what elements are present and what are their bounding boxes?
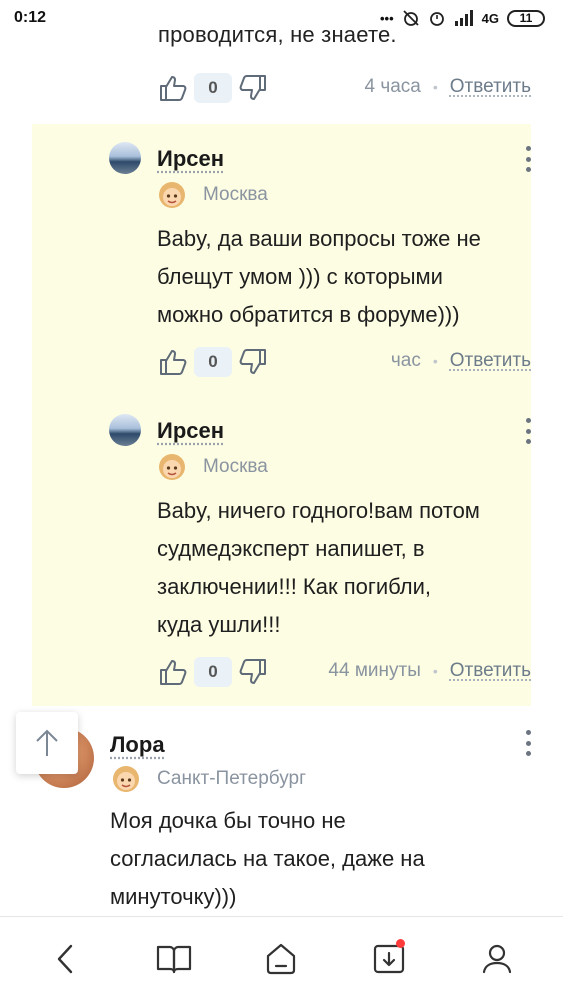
nav-back-button[interactable] — [38, 931, 94, 987]
vote-count: 0 — [194, 73, 232, 103]
comment-author[interactable]: Ирсен — [157, 418, 224, 444]
thumbs-up-icon — [160, 76, 187, 101]
dislike-button[interactable] — [238, 72, 268, 104]
thumbs-down-icon — [239, 75, 266, 100]
arrow-up-icon — [36, 729, 58, 756]
comment-meta: 44 минуты • Ответить — [328, 660, 531, 682]
vote-count: 0 — [194, 347, 232, 377]
comment-text: Baby, ничего годного!вам потом судмедэкс… — [157, 492, 480, 644]
alarm-icon — [429, 12, 444, 26]
signal-icon — [454, 10, 473, 26]
comment-line: Baby, ничего годного!вам потом — [157, 498, 480, 523]
user-badge-icon — [113, 766, 139, 792]
network-type: 4G — [481, 10, 499, 26]
comment-line: куда ушли!!! — [157, 612, 281, 637]
reply-link[interactable]: Ответить — [450, 76, 531, 98]
thumbs-up-icon — [160, 660, 187, 685]
dislike-button[interactable] — [238, 656, 268, 688]
comment-text: Моя дочка бы точно не согласилась на так… — [110, 802, 425, 916]
bottom-navigation — [0, 916, 563, 1000]
reply-link[interactable]: Ответить — [450, 660, 531, 682]
separator-dot: • — [432, 353, 438, 369]
nav-feed-button[interactable] — [146, 931, 202, 987]
comment-text: Baby, да ваши вопросы тоже не блещут умо… — [157, 220, 481, 334]
comment-actions: 0 — [158, 652, 268, 692]
avatar[interactable] — [109, 414, 141, 446]
comment-author[interactable]: Лора — [110, 732, 165, 758]
comment-meta: час • Ответить — [391, 350, 531, 372]
reply-comment: Ирсен Москва Baby, ничего годного!вам по… — [32, 396, 531, 706]
comment-line: можно обратится в форуме))) — [157, 302, 460, 327]
comment-city: Санкт-Петербург — [157, 768, 307, 789]
comment-city: Москва — [203, 184, 268, 205]
comment-time: 44 минуты — [328, 660, 421, 681]
avatar[interactable] — [109, 142, 141, 174]
like-button[interactable] — [158, 656, 188, 688]
book-icon — [156, 945, 191, 973]
nav-profile-button[interactable] — [469, 931, 525, 987]
status-time: 0:12 — [14, 9, 47, 26]
comment-actions: 0 — [158, 342, 268, 382]
comment-line: блещут умом ))) с которыми — [157, 264, 443, 289]
comment-line: согласилась на такое, даже на — [110, 846, 425, 871]
status-bar: 0:12 ••• 4G 11 — [0, 0, 563, 36]
like-button[interactable] — [158, 72, 188, 104]
more-icon: ••• — [380, 10, 394, 26]
separator-dot: • — [432, 79, 438, 95]
separator-dot: • — [432, 663, 438, 679]
thumbs-up-icon — [160, 350, 187, 375]
vote-count: 0 — [194, 657, 232, 687]
battery-level: 11 — [519, 11, 533, 25]
comment-line: заключении!!! Как погибли, — [157, 574, 432, 599]
dislike-button[interactable] — [238, 346, 268, 378]
comments-feed[interactable]: проводится, не знаете. 0 4 часа • Ответи… — [0, 0, 563, 916]
comment-line: судмедэксперт напишет, в — [157, 536, 425, 561]
back-icon — [57, 944, 73, 973]
comment-time: час — [390, 350, 421, 371]
comment-line: минуточку))) — [110, 884, 237, 909]
comment-actions: 0 — [158, 68, 268, 108]
nav-home-button[interactable] — [253, 931, 309, 987]
battery-icon: 11 — [507, 9, 545, 27]
user-badge-icon — [159, 182, 185, 208]
nav-inbox-button[interactable] — [361, 931, 417, 987]
home-icon — [267, 943, 296, 974]
thumbs-down-icon — [239, 659, 266, 684]
thumbs-down-icon — [239, 349, 266, 374]
like-button[interactable] — [158, 346, 188, 378]
comment-city: Москва — [203, 456, 268, 477]
notification-dot — [396, 938, 406, 948]
comment-meta: 4 часа • Ответить — [364, 76, 531, 98]
status-icons: ••• 4G 11 — [380, 9, 545, 27]
alarm-off-icon — [403, 10, 419, 26]
user-badge-icon — [159, 454, 185, 480]
profile-icon — [482, 944, 512, 973]
comment-time: 4 часа — [364, 76, 421, 97]
comment-author[interactable]: Ирсен — [157, 146, 224, 172]
more-options-icon[interactable] — [523, 146, 533, 172]
more-options-icon[interactable] — [523, 418, 533, 444]
comment-line: Моя дочка бы точно не — [110, 808, 346, 833]
reply-comment: Ирсен Москва Baby, да ваши вопросы тоже … — [32, 124, 531, 396]
comment-line: Baby, да ваши вопросы тоже не — [157, 226, 481, 251]
scroll-to-top-button[interactable] — [16, 712, 78, 774]
reply-link[interactable]: Ответить — [450, 350, 531, 372]
more-options-icon[interactable] — [523, 730, 533, 756]
